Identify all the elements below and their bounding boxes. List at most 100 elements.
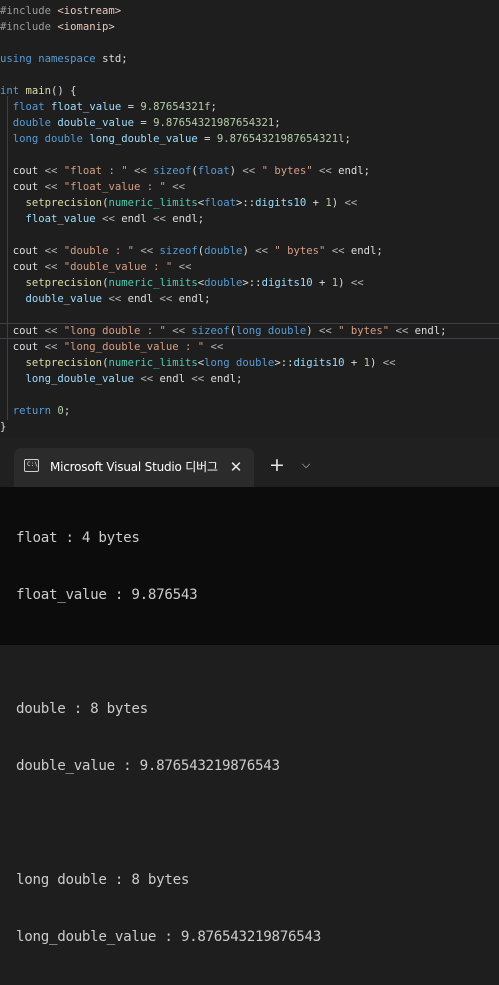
new-tab-button[interactable]: + bbox=[266, 454, 288, 476]
code-line: cout << "long double : " << sizeof(long … bbox=[0, 323, 499, 339]
code-token: << bbox=[325, 245, 351, 257]
tab-title: Microsoft Visual Studio 디버그 bbox=[50, 460, 218, 474]
code-token: cout bbox=[0, 245, 45, 257]
code-token: << bbox=[102, 293, 128, 305]
code-token: ) bbox=[229, 165, 243, 177]
code-token: << bbox=[44, 165, 64, 177]
code-token: >:: bbox=[236, 197, 256, 209]
code-token: using namespace bbox=[0, 53, 103, 65]
code-token: return bbox=[12, 405, 58, 417]
code-token: endl bbox=[127, 293, 160, 305]
code-token: + bbox=[312, 277, 332, 289]
code-token: <iostream> bbox=[57, 5, 122, 17]
code-token: cout bbox=[0, 341, 45, 353]
code-line: long_double_value << endl << endl; bbox=[0, 371, 499, 387]
code-token: std; bbox=[102, 53, 128, 65]
code-token: << bbox=[382, 357, 396, 369]
code-line: setprecision(numeric_limits<double>::dig… bbox=[0, 275, 499, 291]
code-line: } bbox=[0, 419, 499, 435]
code-token: "long_double_value : " bbox=[63, 341, 205, 353]
code-token: = bbox=[197, 133, 217, 145]
console-icon: C:\ bbox=[24, 459, 39, 472]
code-token: << bbox=[350, 277, 364, 289]
code-token: << bbox=[165, 325, 192, 337]
code-token: setprecision bbox=[25, 197, 103, 209]
code-token: + bbox=[344, 357, 364, 369]
code-token: endl; bbox=[338, 165, 370, 177]
code-token: setprecision bbox=[25, 357, 103, 369]
code-token: "float_value : " bbox=[63, 181, 166, 193]
code-token: ) bbox=[370, 357, 383, 369]
code-token: endl bbox=[159, 373, 192, 385]
code-token: #include bbox=[0, 5, 58, 17]
code-token: main bbox=[25, 85, 52, 97]
console-icon-label: C:\ bbox=[27, 461, 38, 468]
tab-debug-console[interactable]: C:\ Microsoft Visual Studio 디버그 ✕ bbox=[14, 448, 254, 487]
code-token: >:: bbox=[274, 357, 294, 369]
code-token: () { bbox=[51, 85, 77, 97]
code-token: ) bbox=[306, 325, 319, 337]
code-token: " bytes" bbox=[338, 325, 390, 337]
code-line: cout << "long_double_value : " << bbox=[0, 339, 499, 355]
code-line: #include <iomanip> bbox=[0, 19, 499, 35]
code-token: << bbox=[44, 325, 64, 337]
tab-dropdown-button[interactable]: ⌵ bbox=[296, 454, 316, 476]
code-token: sizeof bbox=[191, 325, 230, 337]
code-line: double double_value = 9.8765432198765432… bbox=[0, 115, 499, 131]
code-token: long double bbox=[12, 133, 90, 145]
code-token: << bbox=[344, 197, 358, 209]
code-token: ; bbox=[63, 405, 71, 417]
code-token: << bbox=[172, 261, 192, 273]
code-token: << bbox=[159, 293, 179, 305]
code-token: int bbox=[0, 85, 26, 97]
code-token: = bbox=[121, 101, 141, 113]
code-token: << bbox=[133, 373, 160, 385]
code-token: sizeof bbox=[153, 165, 192, 177]
code-token: "double : " bbox=[63, 245, 134, 257]
terminal-tab-bar: C:\ Microsoft Visual Studio 디버그 ✕ + ⌵ bbox=[0, 437, 499, 487]
code-token: << bbox=[95, 213, 122, 225]
code-token: long double bbox=[204, 357, 275, 369]
code-token: << bbox=[165, 181, 185, 193]
console-line: float : 4 bytes bbox=[16, 530, 140, 546]
code-token: endl; bbox=[172, 213, 205, 225]
code-token: ) bbox=[242, 245, 256, 257]
code-token: endl; bbox=[414, 325, 447, 337]
code-token: numeric_limits bbox=[108, 357, 198, 369]
code-token: cout bbox=[0, 325, 45, 337]
code-line: cout << "float : " << sizeof(float) << "… bbox=[0, 163, 499, 179]
code-token: double bbox=[204, 245, 243, 257]
close-tab-button[interactable]: ✕ bbox=[226, 457, 246, 477]
code-token: long_double_value bbox=[89, 133, 198, 145]
code-line: cout << "float_value : " << bbox=[0, 179, 499, 195]
code-token: << bbox=[389, 325, 415, 337]
code-token: << bbox=[255, 245, 275, 257]
code-line: #include <iostream> bbox=[0, 3, 499, 19]
debug-console-window[interactable]: C:\ Microsoft Visual Studio 디버그 ✕ + ⌵ fl… bbox=[0, 437, 499, 945]
code-token: ) bbox=[338, 277, 351, 289]
code-token: << bbox=[44, 181, 64, 193]
console-line: long double : 8 bytes bbox=[16, 872, 190, 888]
code-token: = bbox=[133, 117, 154, 129]
code-token: double bbox=[204, 277, 243, 289]
code-line: float float_value = 9.87654321f; bbox=[0, 99, 499, 115]
code-token: cout bbox=[0, 181, 45, 193]
console-line: double_value : 9.876543219876543 bbox=[16, 758, 280, 774]
code-token: <iomanip> bbox=[57, 21, 115, 33]
code-editor[interactable]: #include <iostream> #include <iomanip> usi… bbox=[0, 0, 499, 437]
code-token: double_value bbox=[25, 293, 103, 305]
code-token: digits10 bbox=[261, 277, 313, 289]
code-token: long_double_value bbox=[25, 373, 134, 385]
code-token: " bytes" bbox=[274, 245, 326, 257]
code-token: 9.87654321987654321 bbox=[153, 117, 275, 129]
code-token: "long double : " bbox=[63, 325, 166, 337]
code-token: << bbox=[312, 165, 339, 177]
console-output[interactable]: float : 4 bytes float_value : 9.876543 d… bbox=[16, 491, 496, 985]
